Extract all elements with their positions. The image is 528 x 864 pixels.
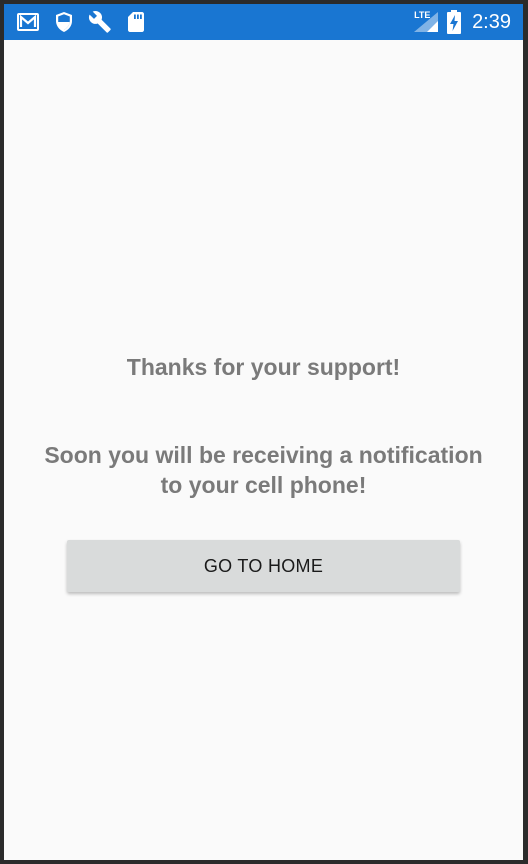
notification-icons bbox=[16, 10, 148, 34]
sd-card-icon bbox=[128, 12, 144, 32]
wrench-icon bbox=[88, 10, 111, 33]
shield-icon bbox=[56, 12, 72, 32]
notification-message: Soon you will be receiving a notificatio… bbox=[44, 442, 483, 498]
network-type-label: LTE bbox=[414, 10, 431, 20]
thanks-heading: Thanks for your support! bbox=[126, 354, 401, 380]
go-to-home-button[interactable]: GO TO HOME bbox=[67, 540, 460, 592]
main-content: Thanks for your support! Soon you will b… bbox=[4, 40, 523, 860]
clock: 2:39 bbox=[472, 10, 511, 33]
app-screen: LTE 2:39 Thanks for your support! Soon y… bbox=[4, 4, 523, 860]
battery-charging-icon bbox=[447, 10, 462, 34]
system-indicators: LTE 2:39 bbox=[412, 8, 511, 36]
status-bar: LTE 2:39 bbox=[4, 4, 523, 40]
cell-signal: LTE bbox=[412, 10, 440, 34]
gmail-icon bbox=[17, 13, 39, 31]
